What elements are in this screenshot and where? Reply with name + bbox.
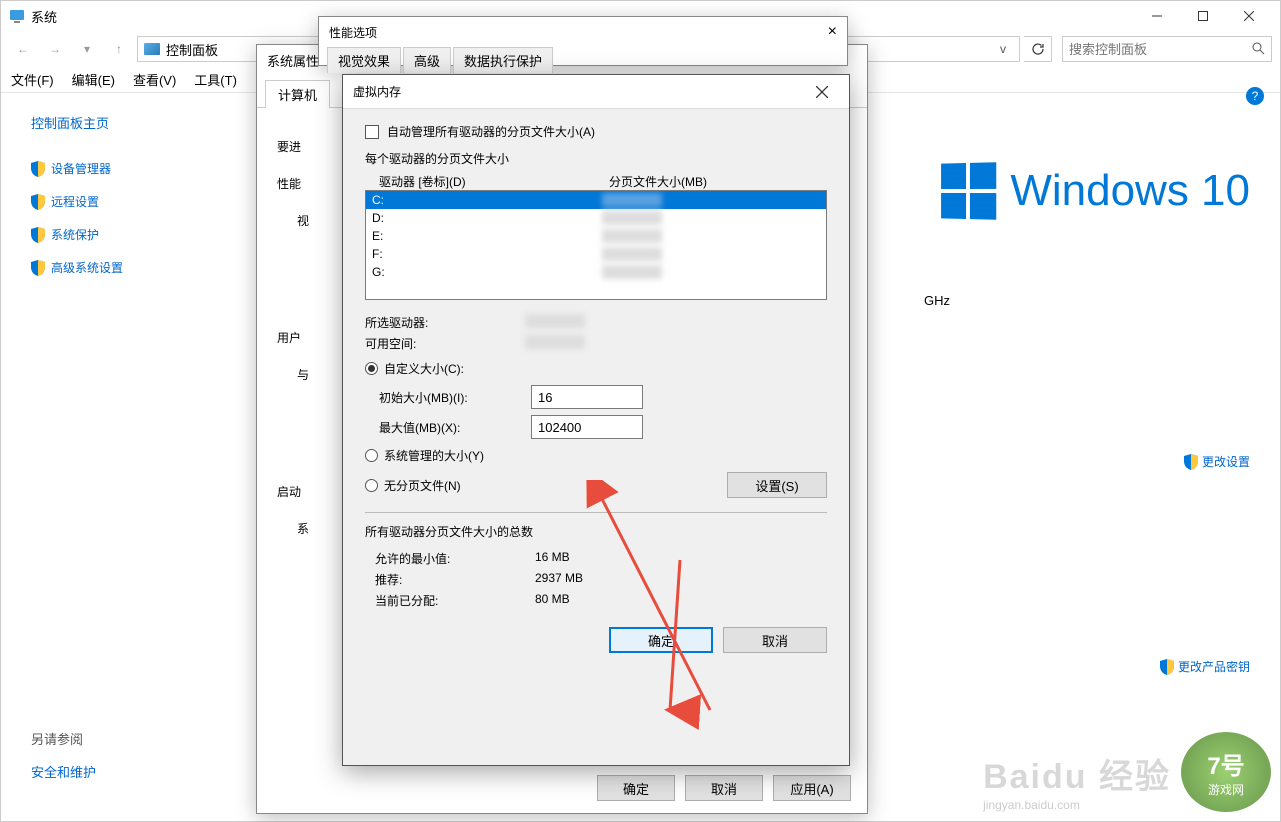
sidebar-item-label: 系统保护 [51,226,99,243]
cancel-button[interactable]: 取消 [685,775,763,801]
sidebar-system-protection[interactable]: 系统保护 [31,226,221,243]
tab-dep[interactable]: 数据执行保护 [453,47,553,73]
apply-button[interactable]: 应用(A) [773,775,851,801]
baidu-watermark: Baidu 经验 [983,749,1171,798]
shield-icon [31,161,45,177]
menu-edit[interactable]: 编辑(E) [72,70,115,89]
search-icon[interactable] [1251,41,1265,58]
forward-button[interactable]: → [41,35,69,63]
sidebar-item-label: 远程设置 [51,193,99,210]
drive-row-e[interactable]: E: [366,227,826,245]
custom-size-radio[interactable] [365,362,378,375]
up-button[interactable]: ↑ [105,35,133,63]
shield-icon [31,227,45,243]
current-value: 80 MB [535,592,570,609]
drive-row-d[interactable]: D: [366,209,826,227]
initial-size-label: 初始大小(MB)(I): [379,389,531,406]
windows-10-logo: Windows 10 [940,163,1250,219]
auto-manage-checkbox[interactable] [365,125,379,139]
drive-row-f[interactable]: F: [366,245,826,263]
security-maintenance-link[interactable]: 安全和维护 [31,765,96,780]
column-drive: 驱动器 [卷标](D) [379,173,609,190]
set-button[interactable]: 设置(S) [727,472,827,498]
dialog-title: 虚拟内存 [353,83,401,100]
tab-advanced[interactable]: 高级 [403,47,451,73]
free-space-label: 可用空间: [365,335,525,352]
max-size-label: 最大值(MB)(X): [379,419,531,436]
dialog-title: 性能选项 × [319,17,847,47]
initial-size-input[interactable] [531,385,643,409]
tab-computer-name[interactable]: 计算机 [265,80,330,108]
sidebar-item-label: 高级系统设置 [51,259,123,276]
sidebar-advanced-settings[interactable]: 高级系统设置 [31,259,221,276]
close-icon[interactable]: × [828,23,837,41]
watermark: Baidu 经验 jingyan.baidu.com 7号 游戏网 [983,732,1271,812]
cancel-button[interactable]: 取消 [723,627,827,653]
menu-view[interactable]: 查看(V) [133,70,176,89]
tab-visual-effects[interactable]: 视觉效果 [327,47,401,73]
drive-list[interactable]: C: D: E: F: G: [365,190,827,300]
totals-header: 所有驱动器分页文件大小的总数 [365,523,827,540]
refresh-icon [1031,42,1045,56]
windows-logo-icon [941,162,996,219]
sidebar-device-manager[interactable]: 设备管理器 [31,160,221,177]
chevron-down-icon[interactable]: v [993,42,1013,56]
minimize-button[interactable] [1134,1,1180,31]
help-icon[interactable]: ? [1246,87,1264,105]
shield-icon [1160,659,1174,675]
windows-10-text: Windows 10 [1010,166,1250,216]
no-paging-radio[interactable] [365,479,378,492]
min-label: 允许的最小值: [375,550,535,567]
close-button[interactable] [1226,1,1272,31]
control-panel-home-link[interactable]: 控制面板主页 [31,113,221,132]
free-space-value [525,335,585,349]
ghz-label: GHz [924,293,950,308]
no-paging-label: 无分页文件(N) [384,477,461,494]
min-value: 16 MB [535,550,570,567]
ok-button[interactable]: 确定 [609,627,713,653]
change-settings-link[interactable]: 更改设置 [1184,453,1250,470]
drive-row-g[interactable]: G: [366,263,826,281]
back-button[interactable]: ← [9,35,37,63]
recommended-value: 2937 MB [535,571,583,588]
sidebar-item-label: 设备管理器 [51,160,111,177]
selected-drive-value [525,314,585,328]
sidebar: 控制面板主页 设备管理器 远程设置 系统保护 高级系统设置 另请参阅 安全和维护 [1,93,251,821]
monitor-icon [144,43,160,55]
custom-size-label: 自定义大小(C): [384,360,464,377]
menu-file[interactable]: 文件(F) [11,70,54,89]
baidu-subtext: jingyan.baidu.com [983,798,1171,812]
ok-button[interactable]: 确定 [597,775,675,801]
maximize-button[interactable] [1180,1,1226,31]
column-paging-file: 分页文件大小(MB) [609,173,707,190]
per-drive-header: 每个驱动器的分页文件大小 [365,150,827,167]
shield-icon [31,194,45,210]
refresh-button[interactable] [1024,36,1052,62]
search-input[interactable] [1069,42,1251,57]
close-icon [816,86,828,98]
menu-tools[interactable]: 工具(T) [194,70,237,89]
see-also: 另请参阅 安全和维护 [31,729,96,781]
close-button[interactable] [805,75,839,109]
recent-button[interactable]: ▾ [73,35,101,63]
system-managed-radio[interactable] [365,449,378,462]
divider [365,512,827,513]
recommended-label: 推荐: [375,571,535,588]
sidebar-remote-settings[interactable]: 远程设置 [31,193,221,210]
search-bar[interactable] [1062,36,1272,62]
shield-icon [31,260,45,276]
change-product-key-link[interactable]: 更改产品密钥 [1160,658,1250,675]
shield-icon [1184,454,1198,470]
performance-options-dialog: 性能选项 × 视觉效果 高级 数据执行保护 [318,16,848,66]
system-icon [9,8,25,24]
game-site-badge: 7号 游戏网 [1181,732,1271,812]
current-label: 当前已分配: [375,592,535,609]
see-also-header: 另请参阅 [31,729,96,748]
auto-manage-label: 自动管理所有驱动器的分页文件大小(A) [387,123,595,140]
max-size-input[interactable] [531,415,643,439]
drive-row-c[interactable]: C: [366,191,826,209]
virtual-memory-dialog: 虚拟内存 自动管理所有驱动器的分页文件大小(A) 每个驱动器的分页文件大小 驱动… [342,74,850,766]
system-managed-label: 系统管理的大小(Y) [384,447,484,464]
selected-drive-label: 所选驱动器: [365,314,525,331]
